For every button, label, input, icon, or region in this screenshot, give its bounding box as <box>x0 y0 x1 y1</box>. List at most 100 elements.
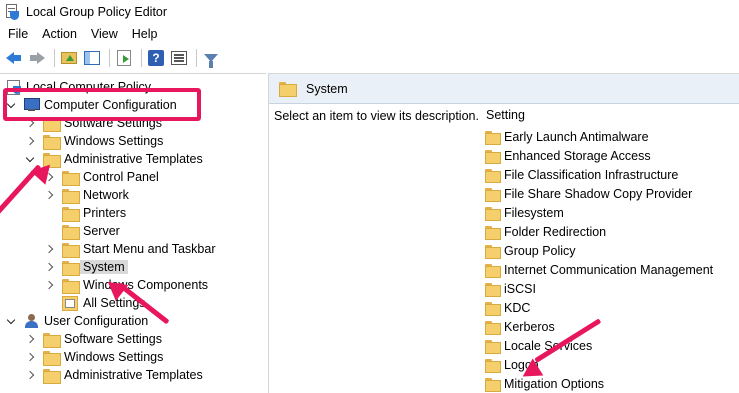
chevron-down-icon[interactable] <box>6 312 16 330</box>
user-icon <box>24 314 40 328</box>
toolbar-separator <box>196 49 197 67</box>
setting-item[interactable]: Mitigation Options <box>485 374 604 393</box>
export-icon <box>117 50 131 66</box>
menu-file[interactable]: File <box>0 24 35 44</box>
setting-item[interactable]: KDC <box>485 298 530 317</box>
toolbar-separator <box>54 49 55 67</box>
group-policy-editor-icon <box>4 4 20 20</box>
setting-item[interactable]: iSCSI <box>485 279 536 298</box>
tree-item-control-panel[interactable]: Control Panel <box>44 168 159 186</box>
folder-icon <box>485 263 501 278</box>
setting-label: Early Launch Antimalware <box>504 129 649 144</box>
show-hide-console-tree-button[interactable] <box>82 48 102 68</box>
filter-button[interactable] <box>201 48 221 68</box>
chevron-right-icon[interactable] <box>25 132 35 150</box>
setting-item[interactable]: Folder Redirection <box>485 222 606 241</box>
details-header: System <box>269 74 739 104</box>
tree-item-label: Printers <box>83 206 127 220</box>
description-text: Select an item to view its description. <box>274 109 479 123</box>
setting-item[interactable]: Kerberos <box>485 317 555 336</box>
tree-item-user-software-settings[interactable]: Software Settings <box>25 330 162 348</box>
arrow-left-icon <box>6 52 22 64</box>
folder-icon <box>485 301 501 316</box>
column-header-setting[interactable]: Setting <box>486 108 525 122</box>
setting-item[interactable]: File Classification Infrastructure <box>485 165 678 184</box>
forward-button[interactable] <box>27 48 47 68</box>
title-bar: Local Group Policy Editor <box>0 0 739 24</box>
tree-item-label: Start Menu and Taskbar <box>83 242 216 256</box>
filter-icon <box>204 54 218 68</box>
setting-label: iSCSI <box>504 281 536 296</box>
folder-icon <box>43 332 61 348</box>
tree-item-user-windows-settings[interactable]: Windows Settings <box>25 348 163 366</box>
folder-icon <box>485 377 501 392</box>
toolbar-separator <box>141 49 142 67</box>
setting-item[interactable]: File Share Shadow Copy Provider <box>485 184 692 203</box>
folder-icon <box>485 358 501 373</box>
chevron-down-icon[interactable] <box>25 150 35 168</box>
setting-label: KDC <box>504 300 531 315</box>
folder-icon <box>485 320 501 335</box>
folder-icon <box>485 149 501 164</box>
folder-icon <box>485 168 501 183</box>
folder-icon <box>279 82 297 97</box>
setting-label: Folder Redirection <box>504 224 607 239</box>
tree-item-label: Administrative Templates <box>64 368 203 382</box>
menu-help[interactable]: Help <box>125 24 165 44</box>
setting-item[interactable]: Early Launch Antimalware <box>485 127 649 146</box>
all-settings-icon <box>62 296 78 311</box>
setting-item[interactable]: Filesystem <box>485 203 564 222</box>
export-list-button[interactable] <box>114 48 134 68</box>
chevron-right-icon[interactable] <box>44 258 54 276</box>
chevron-right-icon[interactable] <box>25 330 35 348</box>
chevron-right-icon[interactable] <box>44 240 54 258</box>
extended-view-button[interactable] <box>169 48 189 68</box>
tree-item-user-configuration[interactable]: User Configuration <box>6 312 148 330</box>
tree-item-windows-settings[interactable]: Windows Settings <box>25 132 163 150</box>
setting-item[interactable]: Locale Services <box>485 336 592 355</box>
console-tree-icon <box>84 51 100 65</box>
menu-action[interactable]: Action <box>35 24 84 44</box>
setting-label: Filesystem <box>504 205 564 220</box>
tree-item-label: System <box>80 260 128 274</box>
menu-view[interactable]: View <box>84 24 125 44</box>
setting-label: Internet Communication Management <box>504 262 714 277</box>
tree-item-printers[interactable]: Printers <box>44 204 126 222</box>
folder-icon <box>62 242 80 258</box>
chevron-right-icon[interactable] <box>44 186 54 204</box>
setting-label: Mitigation Options <box>504 376 605 391</box>
arrow-right-icon <box>29 52 45 64</box>
folder-up-icon <box>61 52 77 64</box>
tree-item-system[interactable]: System <box>44 258 128 276</box>
setting-item[interactable]: Enhanced Storage Access <box>485 146 651 165</box>
tree-item-label: Software Settings <box>64 332 162 346</box>
folder-icon <box>43 350 61 366</box>
chevron-right-icon[interactable] <box>25 348 35 366</box>
back-button[interactable] <box>4 48 24 68</box>
folder-icon <box>62 224 80 240</box>
folder-icon <box>62 278 80 294</box>
tree-item-label: Control Panel <box>83 170 159 184</box>
up-one-level-button[interactable] <box>59 48 79 68</box>
setting-item[interactable]: Group Policy <box>485 241 576 260</box>
tree-item-server[interactable]: Server <box>44 222 120 240</box>
tree-item-user-administrative-templates[interactable]: Administrative Templates <box>25 366 203 384</box>
setting-item[interactable]: Internet Communication Management <box>485 260 713 279</box>
chevron-right-icon[interactable] <box>25 366 35 384</box>
folder-icon <box>485 187 501 202</box>
tree-item-label: Windows Settings <box>64 134 164 148</box>
tree-item-start-menu-and-taskbar[interactable]: Start Menu and Taskbar <box>44 240 215 258</box>
setting-label: File Share Shadow Copy Provider <box>504 186 693 201</box>
chevron-right-icon[interactable] <box>44 276 54 294</box>
tree-item-network[interactable]: Network <box>44 186 129 204</box>
help-button[interactable]: ? <box>146 48 166 68</box>
folder-icon <box>62 188 80 204</box>
toolbar: ? <box>0 45 739 71</box>
details-pane[interactable]: System Select an item to view its descri… <box>268 73 739 393</box>
setting-label: Kerberos <box>504 319 555 334</box>
toolbar-separator <box>109 49 110 67</box>
console-tree[interactable]: Local Computer Policy Computer Configura… <box>0 73 266 393</box>
